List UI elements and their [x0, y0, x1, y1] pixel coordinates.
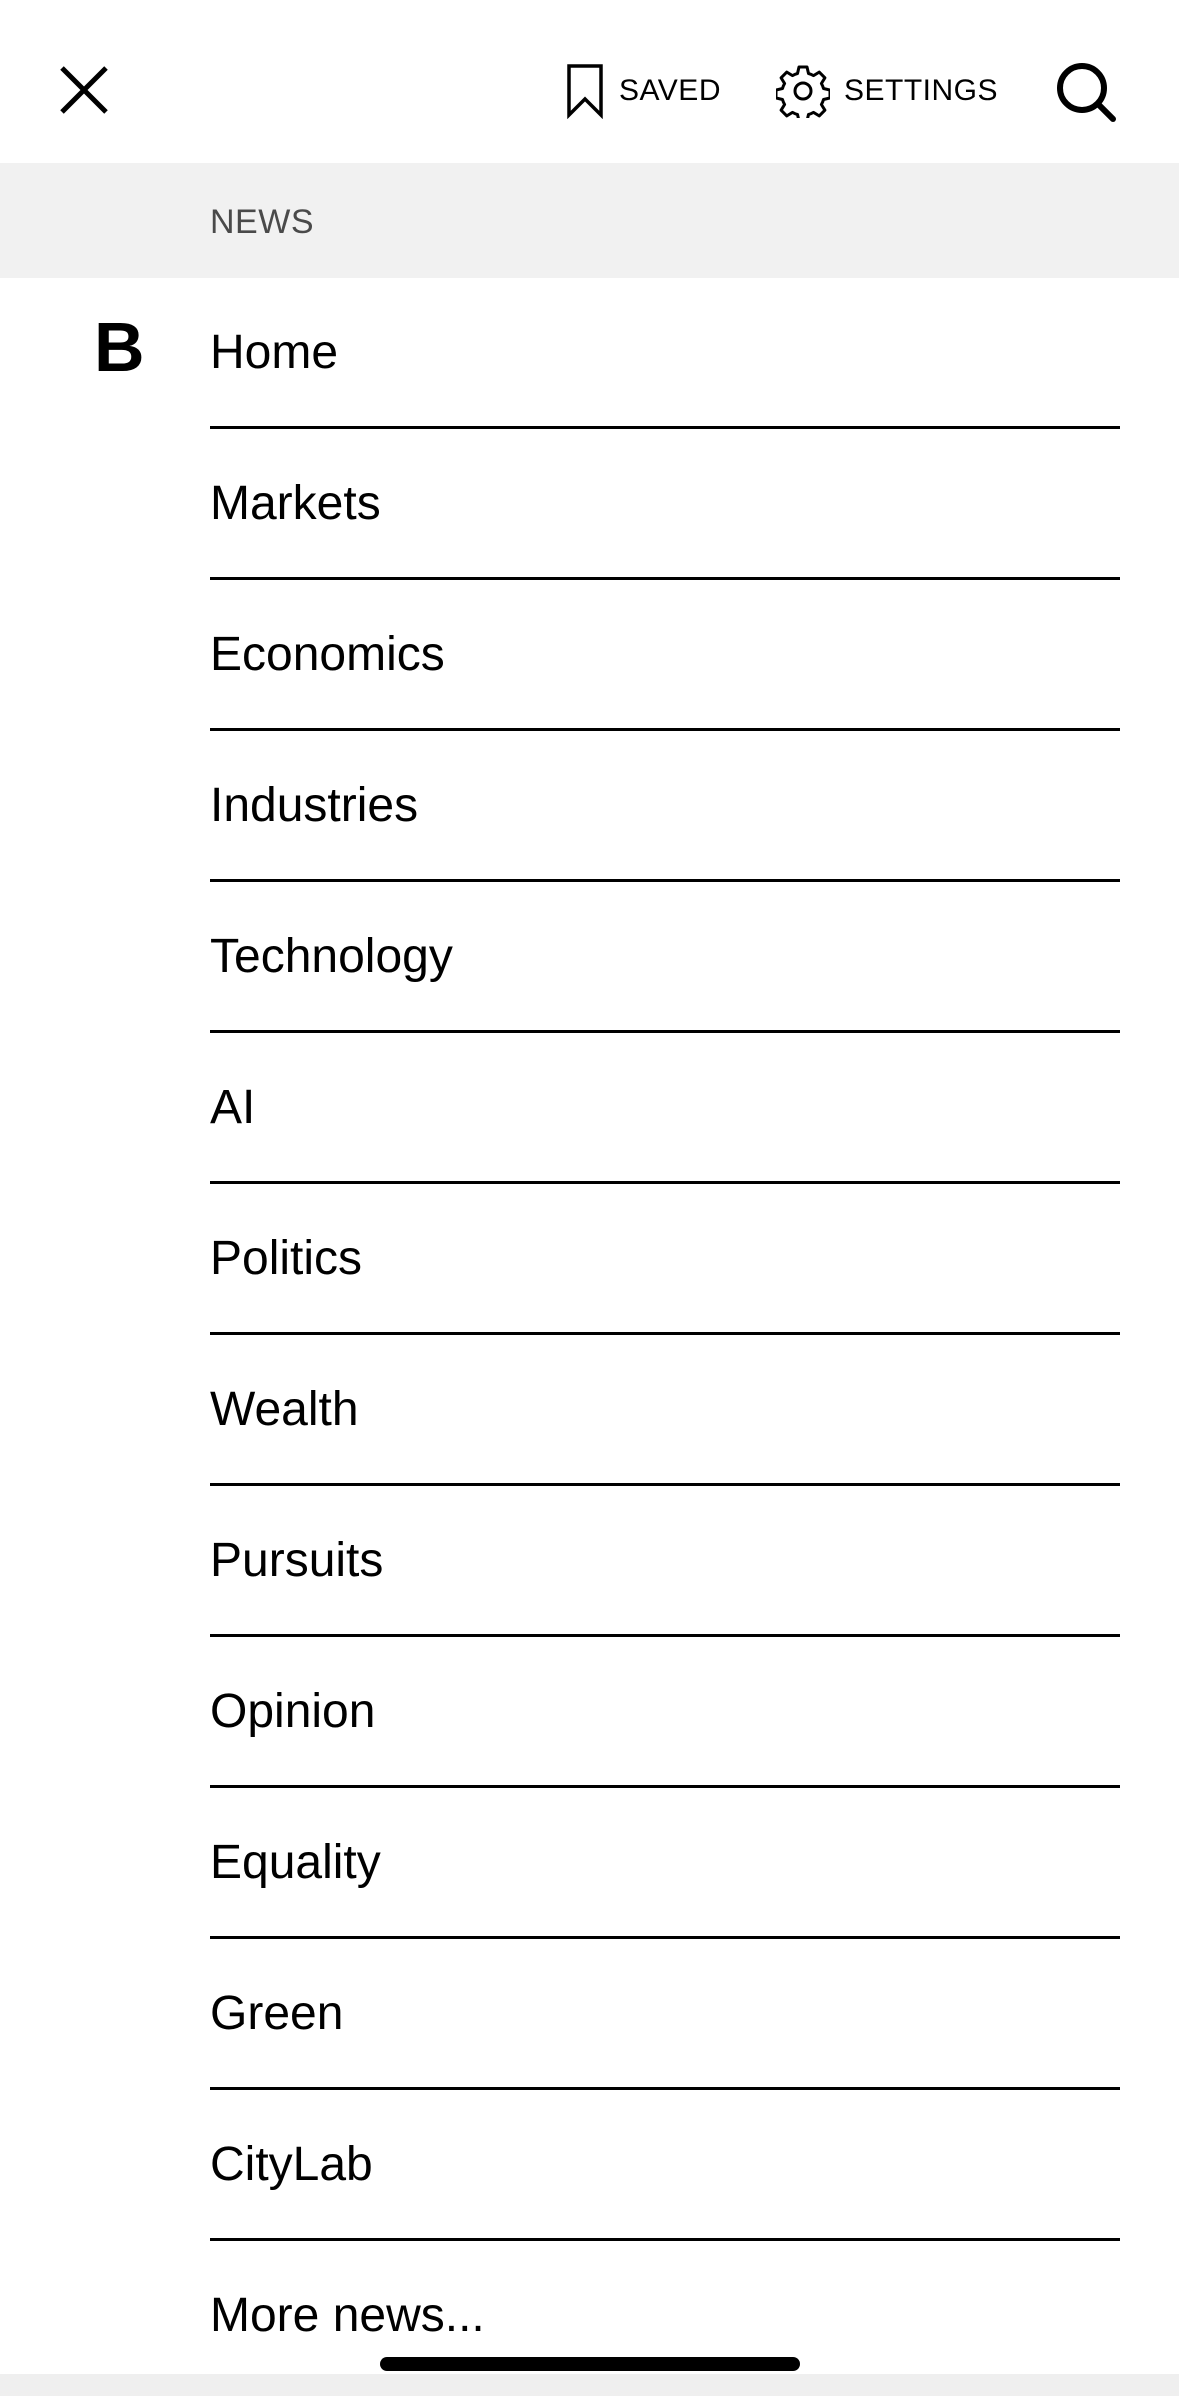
nav-item-pursuits[interactable]: Pursuits: [210, 1486, 1120, 1637]
top-bar: SAVED SETTINGS: [0, 0, 1179, 163]
saved-label: SAVED: [619, 74, 721, 107]
nav-item-citylab[interactable]: CityLab: [210, 2090, 1120, 2241]
nav-item-industries[interactable]: Industries: [210, 731, 1120, 882]
nav-item-ai[interactable]: AI: [210, 1033, 1120, 1184]
close-button[interactable]: [50, 60, 118, 120]
section-title: NEWS: [210, 203, 314, 241]
nav-item-home[interactable]: Home: [210, 278, 1120, 429]
section-header: NEWS: [0, 163, 1179, 278]
search-icon: [1057, 63, 1116, 122]
nav-list: Home Markets Economics Industries Techno…: [210, 278, 1120, 2389]
nav-item-politics[interactable]: Politics: [210, 1184, 1120, 1335]
settings-button[interactable]: SETTINGS: [776, 62, 998, 120]
nav-item-green[interactable]: Green: [210, 1939, 1120, 2090]
close-icon: [60, 66, 108, 114]
nav-item-equality[interactable]: Equality: [210, 1788, 1120, 1939]
saved-button[interactable]: SAVED: [565, 62, 721, 120]
nav-item-wealth[interactable]: Wealth: [210, 1335, 1120, 1486]
brand-logo: B: [94, 308, 145, 386]
gear-icon: [776, 65, 830, 118]
settings-label: SETTINGS: [844, 74, 999, 107]
nav-item-technology[interactable]: Technology: [210, 882, 1120, 1033]
home-indicator[interactable]: [380, 2357, 800, 2371]
nav-item-markets[interactable]: Markets: [210, 429, 1120, 580]
search-button[interactable]: [1052, 58, 1120, 126]
bottom-strip: [0, 2374, 1179, 2396]
nav-item-opinion[interactable]: Opinion: [210, 1637, 1120, 1788]
nav-item-economics[interactable]: Economics: [210, 580, 1120, 731]
bookmark-icon: [567, 64, 603, 119]
